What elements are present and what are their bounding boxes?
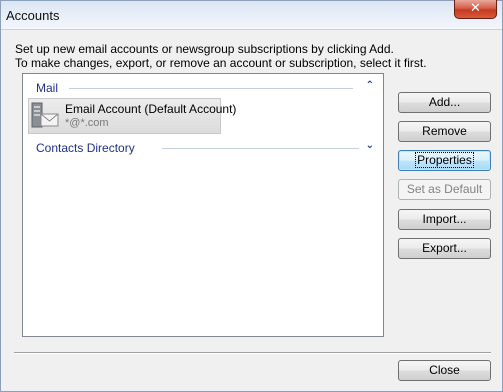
window-title: Accounts <box>6 8 60 23</box>
remove-button[interactable]: Remove <box>398 121 491 142</box>
add-button[interactable]: Add... <box>398 92 491 113</box>
instructions-line-1: Set up new email accounts or newsgroup s… <box>15 42 394 56</box>
footer-separator <box>14 352 491 354</box>
close-button-label: Close <box>429 363 460 377</box>
close-button[interactable]: Close <box>398 360 491 381</box>
account-item[interactable]: Email Account (Default Account) *@*.com <box>28 98 236 134</box>
chevron-down-icon[interactable]: ⌄ <box>366 140 374 151</box>
accounts-list[interactable]: Mail ⌃ Email Account (Default Account) *… <box>22 73 384 337</box>
account-name: Email Account (Default Account) <box>65 102 237 116</box>
close-icon: ✕ <box>470 1 481 16</box>
instructions-line-2: To make changes, export, or remove an ac… <box>15 56 427 70</box>
export-button[interactable]: Export... <box>398 238 491 259</box>
import-button-label: Import... <box>422 212 467 226</box>
group-label-contacts: Contacts Directory <box>36 141 135 155</box>
group-divider <box>162 148 359 149</box>
group-header-mail[interactable]: Mail ⌃ <box>23 79 383 97</box>
group-label-mail: Mail <box>36 81 59 95</box>
add-button-label: Add... <box>428 95 461 109</box>
instructions-text: Set up new email accounts or newsgroup s… <box>15 42 427 70</box>
properties-button-label: Properties <box>415 152 474 168</box>
export-button-label: Export... <box>422 241 467 255</box>
set-as-default-button[interactable]: Set as Default <box>398 179 491 200</box>
accounts-dialog: Accounts ✕ Set up new email accounts or … <box>0 0 503 392</box>
remove-button-label: Remove <box>422 124 467 138</box>
title-bar[interactable]: Accounts ✕ <box>1 0 502 30</box>
set-as-default-button-label: Set as Default <box>406 182 483 196</box>
group-divider <box>69 88 353 89</box>
mail-server-icon <box>31 102 59 128</box>
group-header-contacts[interactable]: Contacts Directory ⌄ <box>23 139 383 157</box>
import-button[interactable]: Import... <box>398 209 491 230</box>
account-address: *@*.com <box>65 117 109 129</box>
window-close-button[interactable]: ✕ <box>454 0 497 19</box>
chevron-up-icon[interactable]: ⌃ <box>366 80 374 91</box>
properties-button[interactable]: Properties <box>398 150 491 171</box>
